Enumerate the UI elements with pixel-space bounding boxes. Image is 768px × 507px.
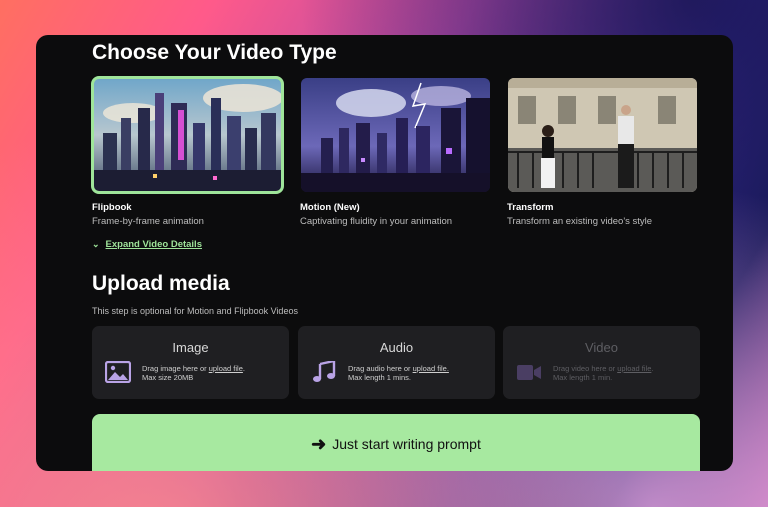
video-type-title: Flipbook [92,202,132,213]
expand-video-details-link[interactable]: ⌄ Expand Video Details [92,239,202,250]
chevron-down-icon: ⌄ [92,239,100,249]
upload-audio-hint: Drag audio here or [348,364,413,373]
upload-media-heading: Upload media [92,272,230,295]
video-type-title: Transform [507,202,554,213]
video-camera-icon [517,365,541,380]
upload-image-dropzone[interactable]: Image Drag image here or upload file. Ma… [92,326,289,399]
upload-video-dropzone: Video Drag video here or upload file. Ma… [503,326,700,399]
arrow-right-icon: ➜ [311,433,327,454]
upload-video-limit: Max length 1 min. [553,373,613,382]
upload-optional-note: This step is optional for Motion and Fli… [92,306,298,316]
video-type-card-motion[interactable] [301,78,490,192]
music-note-icon [313,361,336,382]
upload-image-text: Drag image here or upload file. Max size… [142,364,245,382]
flipbook-thumbnail [93,78,282,192]
upload-audio-title: Audio [379,340,414,355]
upload-video-hint: Drag video here or [553,364,618,373]
upload-video-title: Video [584,340,618,355]
page-title: Choose Your Video Type [92,41,337,64]
upload-image-hint: Drag image here or [142,364,209,373]
video-type-card-flipbook[interactable] [91,76,284,194]
motion-thumbnail [301,78,490,192]
video-type-card-transform[interactable] [508,78,697,192]
video-type-subtitle: Transform an existing video's style [507,216,653,227]
image-icon [105,361,131,383]
start-writing-prompt-button[interactable]: ➜ Just start writing prompt [92,414,700,471]
upload-image-limit: Max size 20MB [142,373,194,382]
upload-video-text: Drag video here or upload file. Max leng… [553,364,654,382]
upload-audio-text: Drag audio here or upload file. Max leng… [348,364,449,382]
video-type-subtitle: Frame-by-frame animation [92,216,204,227]
transform-thumbnail [508,78,697,192]
video-type-panel: Choose Your Video Type Flipbook Frame-by… [36,35,733,471]
upload-audio-limit: Max length 1 mins. [348,373,411,382]
start-writing-prompt-label: Just start writing prompt [332,436,481,452]
upload-image-file-link[interactable]: upload file [209,364,243,373]
upload-video-file-link: upload file [617,364,652,373]
video-type-title: Motion (New) [300,202,360,213]
upload-image-hint-suffix: . [242,364,245,373]
video-type-subtitle: Captivating fluidity in your animation [300,216,453,227]
upload-video-hint-suffix: . [651,364,654,373]
expand-video-details-label: Expand Video Details [105,239,202,250]
upload-audio-file-link[interactable]: upload file. [413,364,449,373]
upload-audio-dropzone[interactable]: Audio Drag audio here or upload file. Ma… [298,326,495,399]
upload-image-title: Image [172,340,209,355]
